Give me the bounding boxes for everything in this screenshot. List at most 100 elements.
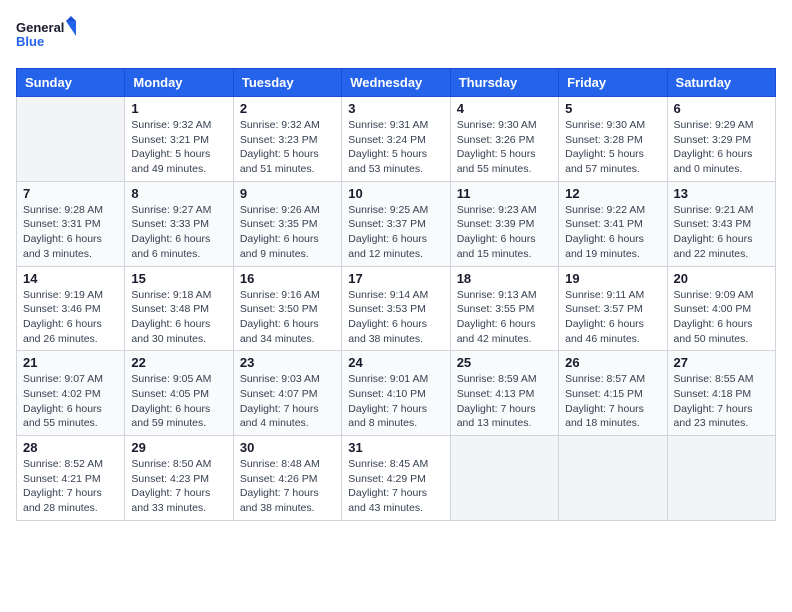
day-number: 27 xyxy=(674,355,769,370)
day-number: 13 xyxy=(674,186,769,201)
calendar-cell: 5 Sunrise: 9:30 AMSunset: 3:28 PMDaylight… xyxy=(559,97,667,182)
calendar-cell: 16 Sunrise: 9:16 AMSunset: 3:50 PMDayligh… xyxy=(233,266,341,351)
calendar-cell xyxy=(450,436,558,521)
calendar-cell: 19 Sunrise: 9:11 AMSunset: 3:57 PMDayligh… xyxy=(559,266,667,351)
day-number: 9 xyxy=(240,186,335,201)
day-number: 18 xyxy=(457,271,552,286)
day-number: 29 xyxy=(131,440,226,455)
calendar-cell: 22 Sunrise: 9:05 AMSunset: 4:05 PMDayligh… xyxy=(125,351,233,436)
day-info: Sunrise: 9:13 AMSunset: 3:55 PMDaylight:… xyxy=(457,288,552,347)
day-info: Sunrise: 8:50 AMSunset: 4:23 PMDaylight:… xyxy=(131,457,226,516)
calendar-cell: 9 Sunrise: 9:26 AMSunset: 3:35 PMDaylight… xyxy=(233,181,341,266)
day-number: 2 xyxy=(240,101,335,116)
calendar-cell: 27 Sunrise: 8:55 AMSunset: 4:18 PMDayligh… xyxy=(667,351,775,436)
day-info: Sunrise: 8:59 AMSunset: 4:13 PMDaylight:… xyxy=(457,372,552,431)
calendar-header-saturday: Saturday xyxy=(667,69,775,97)
day-number: 25 xyxy=(457,355,552,370)
day-number: 6 xyxy=(674,101,769,116)
calendar-header-row: SundayMondayTuesdayWednesdayThursdayFrid… xyxy=(17,69,776,97)
day-info: Sunrise: 8:57 AMSunset: 4:15 PMDaylight:… xyxy=(565,372,660,431)
calendar-header-friday: Friday xyxy=(559,69,667,97)
day-info: Sunrise: 8:48 AMSunset: 4:26 PMDaylight:… xyxy=(240,457,335,516)
calendar-cell xyxy=(667,436,775,521)
day-number: 21 xyxy=(23,355,118,370)
day-number: 7 xyxy=(23,186,118,201)
day-number: 14 xyxy=(23,271,118,286)
calendar-week-row: 14Sunrise: 9:19 AMSunset: 3:46 PMDayligh… xyxy=(17,266,776,351)
calendar-cell: 24 Sunrise: 9:01 AMSunset: 4:10 PMDayligh… xyxy=(342,351,450,436)
logo-svg: General Blue xyxy=(16,16,76,58)
day-info: Sunrise: 8:52 AMSunset: 4:21 PMDaylight:… xyxy=(23,457,118,516)
day-number: 1 xyxy=(131,101,226,116)
calendar-cell: 2Sunrise: 9:32 AMSunset: 3:23 PMDaylight… xyxy=(233,97,341,182)
calendar-cell: 14Sunrise: 9:19 AMSunset: 3:46 PMDayligh… xyxy=(17,266,125,351)
day-info: Sunrise: 9:03 AMSunset: 4:07 PMDaylight:… xyxy=(240,372,335,431)
day-info: Sunrise: 9:23 AMSunset: 3:39 PMDaylight:… xyxy=(457,203,552,262)
calendar-cell: 30 Sunrise: 8:48 AMSunset: 4:26 PMDayligh… xyxy=(233,436,341,521)
day-info: Sunrise: 9:01 AMSunset: 4:10 PMDaylight:… xyxy=(348,372,443,431)
calendar-cell: 11 Sunrise: 9:23 AMSunset: 3:39 PMDayligh… xyxy=(450,181,558,266)
day-info: Sunrise: 9:29 AMSunset: 3:29 PMDaylight:… xyxy=(674,118,769,177)
day-info: Sunrise: 9:26 AMSunset: 3:35 PMDaylight:… xyxy=(240,203,335,262)
day-number: 23 xyxy=(240,355,335,370)
day-number: 20 xyxy=(674,271,769,286)
day-info: Sunrise: 9:18 AMSunset: 3:48 PMDaylight:… xyxy=(131,288,226,347)
day-number: 11 xyxy=(457,186,552,201)
day-number: 12 xyxy=(565,186,660,201)
day-info: Sunrise: 9:31 AMSunset: 3:24 PMDaylight:… xyxy=(348,118,443,177)
day-info: Sunrise: 9:28 AMSunset: 3:31 PMDaylight:… xyxy=(23,203,118,262)
day-info: Sunrise: 9:30 AMSunset: 3:28 PMDaylight:… xyxy=(565,118,660,177)
day-info: Sunrise: 9:25 AMSunset: 3:37 PMDaylight:… xyxy=(348,203,443,262)
calendar-cell: 21 Sunrise: 9:07 AMSunset: 4:02 PMDayligh… xyxy=(17,351,125,436)
calendar-header-thursday: Thursday xyxy=(450,69,558,97)
day-info: Sunrise: 9:07 AMSunset: 4:02 PMDaylight:… xyxy=(23,372,118,431)
day-info: Sunrise: 9:30 AMSunset: 3:26 PMDaylight:… xyxy=(457,118,552,177)
calendar-cell: 8 Sunrise: 9:27 AMSunset: 3:33 PMDaylight… xyxy=(125,181,233,266)
day-number: 28 xyxy=(23,440,118,455)
day-info: Sunrise: 8:45 AMSunset: 4:29 PMDaylight:… xyxy=(348,457,443,516)
day-number: 19 xyxy=(565,271,660,286)
day-number: 16 xyxy=(240,271,335,286)
calendar-cell: 18 Sunrise: 9:13 AMSunset: 3:55 PMDayligh… xyxy=(450,266,558,351)
calendar-week-row: 1 Sunrise: 9:32 AMSunset: 3:21 PMDaylight… xyxy=(17,97,776,182)
calendar-cell xyxy=(17,97,125,182)
svg-text:General: General xyxy=(16,20,64,35)
calendar-week-row: 21 Sunrise: 9:07 AMSunset: 4:02 PMDayligh… xyxy=(17,351,776,436)
calendar-cell: 25 Sunrise: 8:59 AMSunset: 4:13 PMDayligh… xyxy=(450,351,558,436)
calendar-table: SundayMondayTuesdayWednesdayThursdayFrid… xyxy=(16,68,776,521)
calendar-header-monday: Monday xyxy=(125,69,233,97)
day-info: Sunrise: 9:21 AMSunset: 3:43 PMDaylight:… xyxy=(674,203,769,262)
day-info: Sunrise: 9:32 AMSunset: 3:21 PMDaylight:… xyxy=(131,118,226,177)
calendar-week-row: 7 Sunrise: 9:28 AMSunset: 3:31 PMDaylight… xyxy=(17,181,776,266)
day-number: 4 xyxy=(457,101,552,116)
day-number: 5 xyxy=(565,101,660,116)
day-number: 3 xyxy=(348,101,443,116)
calendar-header-tuesday: Tuesday xyxy=(233,69,341,97)
calendar-cell: 4 Sunrise: 9:30 AMSunset: 3:26 PMDaylight… xyxy=(450,97,558,182)
day-info: Sunrise: 8:55 AMSunset: 4:18 PMDaylight:… xyxy=(674,372,769,431)
calendar-cell: 12Sunrise: 9:22 AMSunset: 3:41 PMDayligh… xyxy=(559,181,667,266)
calendar-cell: 15Sunrise: 9:18 AMSunset: 3:48 PMDayligh… xyxy=(125,266,233,351)
day-number: 24 xyxy=(348,355,443,370)
day-number: 26 xyxy=(565,355,660,370)
calendar-cell: 23 Sunrise: 9:03 AMSunset: 4:07 PMDayligh… xyxy=(233,351,341,436)
calendar-cell: 29 Sunrise: 8:50 AMSunset: 4:23 PMDayligh… xyxy=(125,436,233,521)
calendar-cell: 17 Sunrise: 9:14 AMSunset: 3:53 PMDayligh… xyxy=(342,266,450,351)
day-info: Sunrise: 9:05 AMSunset: 4:05 PMDaylight:… xyxy=(131,372,226,431)
calendar-cell: 28 Sunrise: 8:52 AMSunset: 4:21 PMDayligh… xyxy=(17,436,125,521)
day-number: 17 xyxy=(348,271,443,286)
day-info: Sunrise: 9:09 AMSunset: 4:00 PMDaylight:… xyxy=(674,288,769,347)
day-number: 30 xyxy=(240,440,335,455)
calendar-cell: 31Sunrise: 8:45 AMSunset: 4:29 PMDayligh… xyxy=(342,436,450,521)
day-info: Sunrise: 9:27 AMSunset: 3:33 PMDaylight:… xyxy=(131,203,226,262)
day-info: Sunrise: 9:14 AMSunset: 3:53 PMDaylight:… xyxy=(348,288,443,347)
day-number: 8 xyxy=(131,186,226,201)
day-info: Sunrise: 9:11 AMSunset: 3:57 PMDaylight:… xyxy=(565,288,660,347)
calendar-cell: 6 Sunrise: 9:29 AMSunset: 3:29 PMDaylight… xyxy=(667,97,775,182)
page-header: General Blue xyxy=(16,16,776,58)
calendar-cell: 13 Sunrise: 9:21 AMSunset: 3:43 PMDayligh… xyxy=(667,181,775,266)
day-number: 22 xyxy=(131,355,226,370)
day-info: Sunrise: 9:16 AMSunset: 3:50 PMDaylight:… xyxy=(240,288,335,347)
calendar-cell: 26 Sunrise: 8:57 AMSunset: 4:15 PMDayligh… xyxy=(559,351,667,436)
calendar-cell xyxy=(559,436,667,521)
